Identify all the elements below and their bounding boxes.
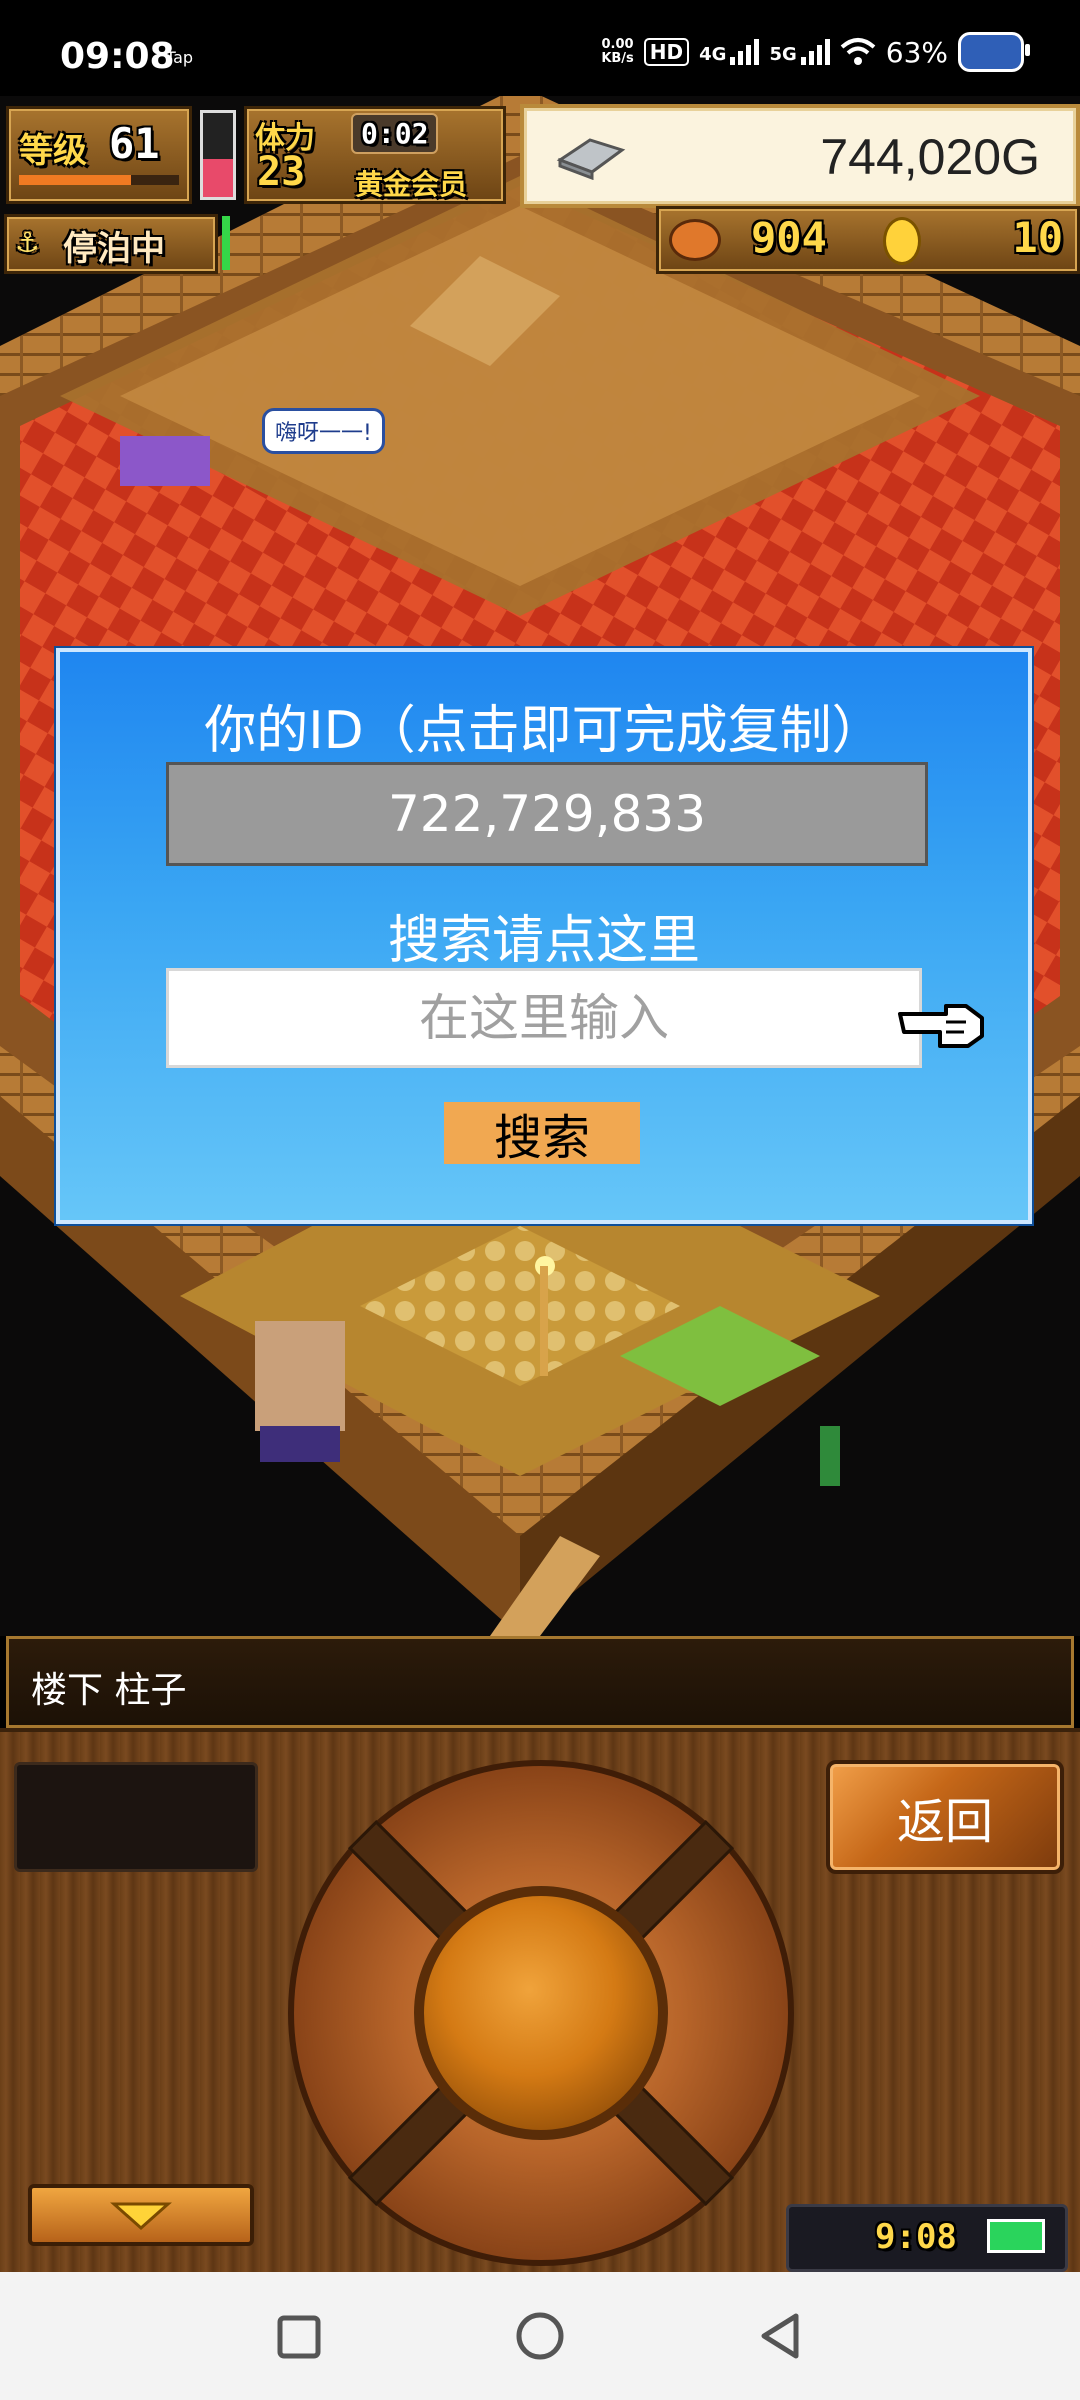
id-search-dialog: 你的ID（点击即可完成复制） 722,729,833 搜索请点这里 搜索	[56, 648, 1032, 1224]
stamina-value: 23	[257, 149, 306, 195]
coin-icon	[883, 217, 921, 265]
anchor-icon: ⚓	[17, 221, 38, 261]
resources-panel: 904 10	[656, 206, 1080, 274]
exp-bar	[19, 175, 179, 185]
info-slot	[14, 1762, 258, 1872]
dpad-center-button[interactable]	[414, 1886, 668, 2140]
dpad[interactable]	[288, 1760, 794, 2266]
scroll-down-button[interactable]	[28, 2184, 254, 2246]
pointing-hand-icon	[898, 1004, 984, 1048]
game-clock: 9:08	[786, 2204, 1068, 2272]
status-icons: 0.00 KB/s HD 4G 5G 63%	[601, 32, 1030, 72]
speech-bubble: 嗨呀一一!	[262, 408, 385, 454]
level-panel: 等级 61	[6, 106, 192, 204]
green-indicator	[222, 216, 230, 270]
hd-icon: HD	[643, 38, 690, 66]
player-id-field[interactable]: 722,729,833	[166, 762, 928, 866]
signal-5g-icon: 5G	[769, 39, 830, 65]
food-icon	[669, 219, 721, 261]
stamina-panel: 体力 23 0:02 黄金会员	[244, 106, 506, 204]
back-button[interactable]: 返回	[826, 1760, 1064, 1874]
level-label: 等级	[19, 131, 87, 171]
game-clock-time: 9:08	[875, 2217, 957, 2257]
search-label: 搜索请点这里	[387, 911, 700, 971]
gold-panel: 744,020G	[520, 104, 1080, 208]
status-bar: 09:08 Tap 0.00 KB/s HD 4G 5G 63%	[0, 0, 1080, 96]
location-text: 楼下 柱子	[31, 1670, 187, 1711]
dialog-title: 你的ID（点击即可完成复制）	[204, 701, 884, 761]
system-nav-bar	[0, 2272, 1080, 2400]
battery-icon	[987, 2219, 1045, 2253]
search-button[interactable]: 搜索	[444, 1102, 640, 1166]
control-panel: 返回 9:08	[0, 1728, 1080, 2276]
down-triangle-icon	[110, 2202, 172, 2230]
timer: 0:02	[351, 113, 439, 154]
food-count: 904	[751, 213, 827, 262]
search-input[interactable]	[166, 968, 922, 1068]
recent-apps-icon[interactable]	[276, 2314, 322, 2360]
anchor-status: 停泊中	[63, 229, 165, 269]
gold-amount: 744,020G	[820, 129, 1040, 185]
back-nav-icon[interactable]	[758, 2312, 804, 2360]
wifi-icon	[840, 38, 876, 65]
status-time: 09:08	[60, 36, 175, 77]
signal-4g-icon: 4G	[699, 39, 760, 65]
location-bar: 楼下 柱子	[6, 1636, 1074, 1728]
home-icon[interactable]	[514, 2310, 566, 2362]
battery-icon	[958, 32, 1030, 72]
status-app-tag: Tap	[166, 48, 194, 67]
anchor-status-panel[interactable]: ⚓ 停泊中	[4, 214, 218, 274]
level-value: 61	[109, 119, 160, 168]
coin-count: 10	[1012, 213, 1063, 262]
battery-percent: 63%	[885, 35, 948, 69]
membership-label: 黄金会员	[355, 168, 468, 201]
stamina-gauge	[200, 110, 236, 200]
silver-bar-icon	[556, 138, 626, 180]
net-speed: 0.00 KB/s	[601, 37, 634, 66]
